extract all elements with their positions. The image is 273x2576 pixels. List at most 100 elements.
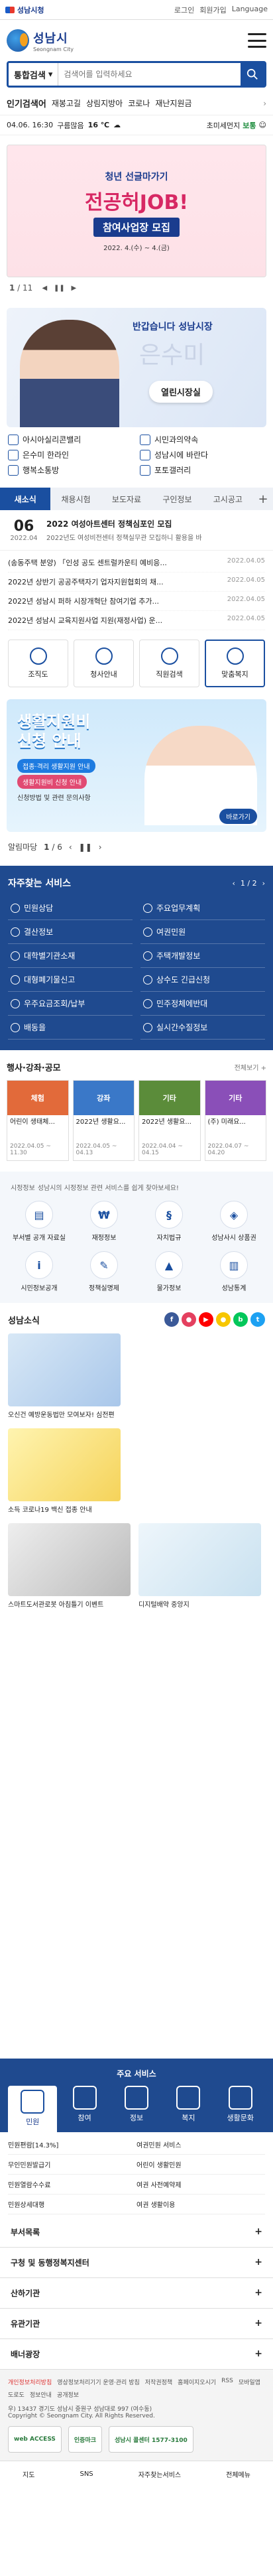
list-item[interactable]: 2022년 성남시 퍼하 시장개혁단 참여기업 추가... 2022.04.05 xyxy=(8,592,265,611)
language-link[interactable]: Language xyxy=(232,5,268,15)
service-item[interactable]: 주요업무계획 xyxy=(140,896,265,920)
menu-icon[interactable] xyxy=(248,33,266,48)
building-guide-button[interactable]: 청사안내 xyxy=(74,640,134,687)
search-scope-select[interactable]: 통합검색 ▾ xyxy=(9,63,59,86)
prev-icon[interactable]: ◀ xyxy=(39,283,50,293)
city-item[interactable]: i 시민정보공개 xyxy=(8,1251,70,1292)
service-item[interactable]: 대형폐기물신고 xyxy=(8,968,133,992)
tab-welfare[interactable]: 복지 xyxy=(164,2086,213,2132)
service-item[interactable]: 상수도 긴급신청 xyxy=(140,968,265,992)
signup-link[interactable]: 회원가입 xyxy=(199,5,226,15)
keyword-link[interactable]: 재봉고길 xyxy=(52,98,81,109)
footer-link[interactable]: 홈페이지오시기 xyxy=(178,2378,216,2386)
service-item[interactable]: 주택개발정보 xyxy=(140,944,265,968)
footer-link[interactable]: 도로도 xyxy=(8,2390,25,2399)
footer-link[interactable]: 공개정보 xyxy=(57,2390,79,2399)
promo-banner[interactable]: 생활지원비 신청 안내 접종·격리 생활지원 안내 생활지원비 신청 안내 신청방… xyxy=(7,699,266,832)
footer-link[interactable]: 정보안내 xyxy=(30,2390,52,2399)
plus-icon[interactable]: + xyxy=(253,488,273,510)
prev-icon[interactable]: ‹ xyxy=(232,879,235,888)
city-item[interactable]: ▥ 성남통계 xyxy=(203,1251,265,1292)
tab-culture[interactable]: 생활문화 xyxy=(216,2086,265,2132)
login-link[interactable]: 로그인 xyxy=(174,5,194,15)
instagram-icon[interactable]: ● xyxy=(182,1312,196,1327)
footer-link[interactable]: 모바일앱 xyxy=(239,2378,260,2386)
mayor-link[interactable]: 포토갤러리 xyxy=(140,464,265,476)
service-item[interactable]: 대학별기관소재 xyxy=(8,944,133,968)
tab-jobs[interactable]: 구인정보 xyxy=(152,488,202,510)
main-banner[interactable]: 청년 선글마가기 전공허JOB! 참여사업장 모집 2022. 4.(수) ~ … xyxy=(7,145,266,277)
keyword-link[interactable]: 상림지방아 xyxy=(86,98,123,109)
kakao-icon[interactable]: ● xyxy=(216,1312,231,1327)
city-item[interactable]: ▤ 부서별 공개 자료실 xyxy=(8,1201,70,1242)
next-icon[interactable]: › xyxy=(99,843,102,852)
service-link[interactable]: 여권민원 서비스 xyxy=(136,2135,265,2155)
event-card[interactable]: 체험 어린이 생태체... 2022.04.05 ~ 11.30 xyxy=(7,1080,69,1161)
tab-info[interactable]: 정보 xyxy=(112,2086,161,2132)
site-badge[interactable]: 성남시청 xyxy=(5,5,44,15)
site-logo[interactable]: 성남시 Seongnam City xyxy=(7,29,74,52)
promo-go-button[interactable]: 바로가기 xyxy=(219,809,257,824)
tab-notice[interactable]: 고시공고 xyxy=(203,488,253,510)
twitter-icon[interactable]: t xyxy=(250,1312,265,1327)
footer-link[interactable]: RSS xyxy=(221,2378,233,2386)
service-item[interactable]: 민주정체에반대 xyxy=(140,992,265,1016)
mayor-link[interactable]: 행복소통방 xyxy=(8,464,133,476)
footer-link[interactable]: 영상정보처리기기 운영·관리 방침 xyxy=(57,2378,140,2386)
city-item[interactable]: ✎ 정책실명제 xyxy=(73,1251,135,1292)
footer-link[interactable]: 개인정보처리방침 xyxy=(8,2378,52,2386)
tab-press[interactable]: 보도자료 xyxy=(101,488,152,510)
search-button[interactable] xyxy=(241,63,264,86)
tab-civil[interactable]: 민원 xyxy=(8,2086,58,2132)
accordion-item[interactable]: 유관기관 + xyxy=(0,2309,273,2339)
sns-link[interactable]: SNS xyxy=(80,2471,93,2478)
map-link[interactable]: 지도 xyxy=(23,2469,34,2479)
city-item[interactable]: ▲ 물가정보 xyxy=(138,1251,200,1292)
youtube-icon[interactable]: ▶ xyxy=(199,1312,213,1327)
mayor-office-button[interactable]: 열린시장실 xyxy=(149,381,213,403)
tab-news[interactable]: 새소식 xyxy=(0,488,51,510)
facebook-icon[interactable]: f xyxy=(164,1312,179,1327)
prev-icon[interactable]: ‹ xyxy=(69,843,72,852)
mayor-link[interactable]: 시민과의약속 xyxy=(140,434,265,445)
sns-post[interactable]: 스마트도서관로봇 아침틀기 이벤트 xyxy=(8,1523,131,1609)
freq-link[interactable]: 자주찾는서비스 xyxy=(138,2469,181,2479)
service-item[interactable]: 실시간수질정보 xyxy=(140,1016,265,1040)
service-link[interactable]: 민원열람수수료 xyxy=(8,2175,136,2195)
service-link[interactable]: 민원상세대행 xyxy=(8,2195,136,2214)
accordion-item[interactable]: 산하기관 + xyxy=(0,2278,273,2309)
search-input[interactable] xyxy=(58,70,241,79)
sns-post[interactable]: 오신건 예방운동법만 모여보자! 심전편 xyxy=(8,1333,265,1419)
event-card[interactable]: 강좌 2022년 생활요... 2022.04.05 ~ 04.13 xyxy=(72,1080,135,1161)
next-icon[interactable]: › xyxy=(262,879,265,888)
service-item[interactable]: 결산정보 xyxy=(8,920,133,944)
city-item[interactable]: § 자치법규 xyxy=(138,1201,200,1242)
pause-icon[interactable]: ❚❚ xyxy=(54,283,65,293)
sns-post[interactable]: 디지털배약 중앙지 xyxy=(138,1523,261,1609)
tab-recruit[interactable]: 채용시험 xyxy=(50,488,101,510)
mayor-link[interactable]: 성남시에 바란다 xyxy=(140,449,265,460)
events-more-link[interactable]: 전체보기 + xyxy=(235,1062,266,1072)
city-item[interactable]: ₩ 재정정보 xyxy=(73,1201,135,1242)
list-item[interactable]: 2022년 성남시 교육지원사업 지원(재정사업) 운... 2022.04.05 xyxy=(8,611,265,630)
pause-icon[interactable]: ❚❚ xyxy=(79,843,92,852)
service-link[interactable]: 민원편람[14.3%] xyxy=(8,2135,136,2155)
news-featured[interactable]: 06 2022.04 2022 여성아트센터 정책심포인 모집 2022년도 여성비… xyxy=(0,510,273,551)
sns-post[interactable]: 소득 코로나19 백신 접종 안내 xyxy=(8,1428,265,1514)
mayor-link[interactable]: 은수미 한라인 xyxy=(8,449,133,460)
service-item[interactable]: 배동을 xyxy=(8,1016,133,1040)
city-item[interactable]: ◈ 성남사시 상품권 xyxy=(203,1201,265,1242)
service-link[interactable]: 여권 생활이용 xyxy=(136,2195,265,2214)
service-item[interactable]: 여권민원 xyxy=(140,920,265,944)
next-icon[interactable]: ▶ xyxy=(68,283,79,293)
keyword-link[interactable]: 재난지원금 xyxy=(155,98,191,109)
list-item[interactable]: (송동주택 분양) 「인성 공도 센트럴카운티 예비응... 2022.04.05 xyxy=(8,553,265,573)
mayor-link[interactable]: 아시아실리콘밸리 xyxy=(8,434,133,445)
event-card[interactable]: 기타 2022년 생활요... 2022.04.04 ~ 04.15 xyxy=(138,1080,201,1161)
chevron-right-icon[interactable]: › xyxy=(263,99,266,108)
accordion-item[interactable]: 부서목록 + xyxy=(0,2217,273,2248)
service-link[interactable]: 무인민원발급기 xyxy=(8,2155,136,2175)
blog-icon[interactable]: b xyxy=(233,1312,248,1327)
all-menu-link[interactable]: 전체메뉴 xyxy=(226,2469,250,2479)
welfare-button[interactable]: 맞춤복지 xyxy=(205,640,265,687)
